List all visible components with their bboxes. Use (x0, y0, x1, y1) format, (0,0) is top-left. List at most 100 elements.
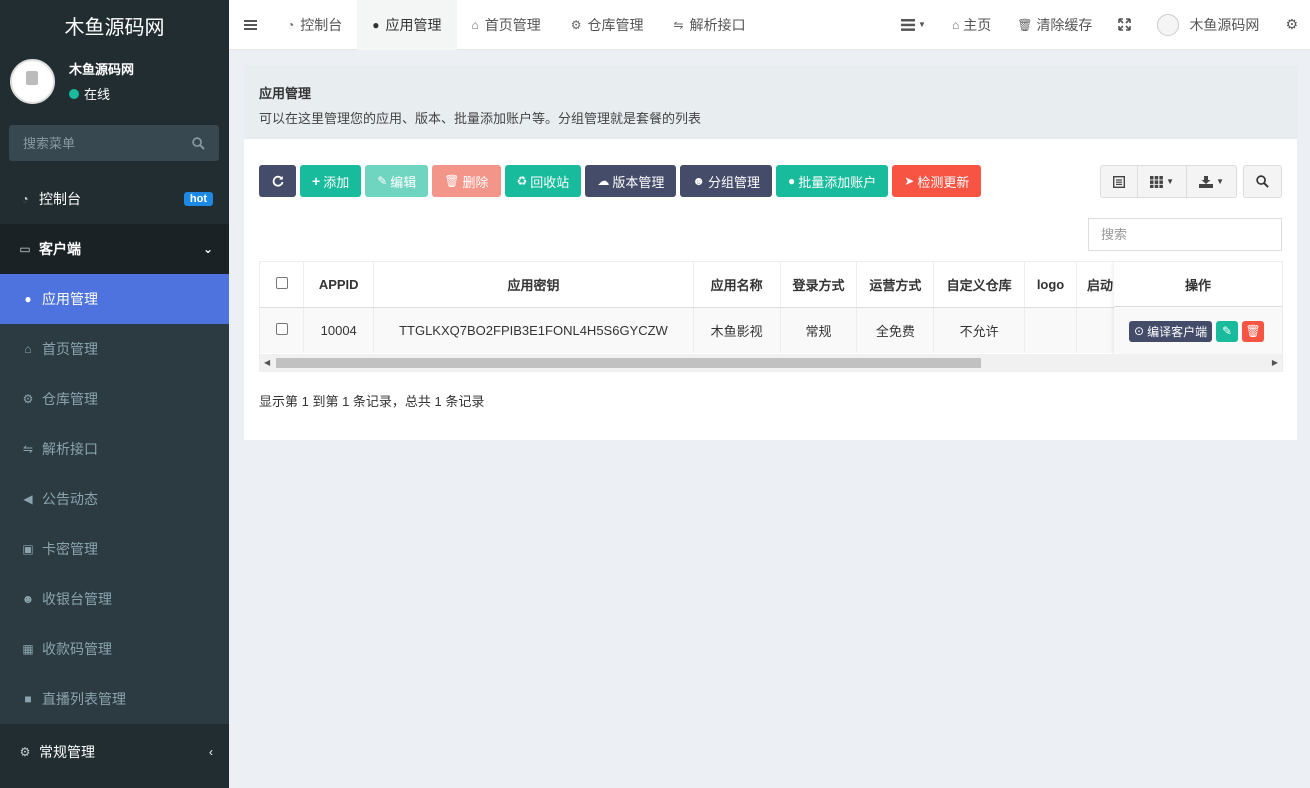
dashboard-icon: ◔ (287, 17, 295, 32)
select-all-checkbox[interactable] (275, 276, 288, 289)
sidebar-item-general[interactable]: ⚙ 常规管理 ‹ (0, 724, 229, 780)
column-header[interactable]: 应用名称 (693, 262, 781, 308)
columns-dropdown-button[interactable]: ▼ (1138, 166, 1188, 197)
sidebar-item-label: 客户端 (39, 241, 81, 257)
scroll-right-icon[interactable]: ▶ (1272, 358, 1278, 367)
sidebar-item-cashier[interactable]: ☻ 收银台管理 (0, 574, 229, 624)
sidebar-toggle-button[interactable] (229, 0, 272, 50)
version-manage-button[interactable]: ☁ 版本管理 (585, 165, 677, 197)
list-icon (901, 18, 916, 31)
fullscreen-button[interactable] (1105, 0, 1144, 50)
sidebar-item-repo-manage[interactable]: ⚙ 仓库管理 (0, 374, 229, 424)
delete-button[interactable]: 🗑 删除 (432, 165, 501, 197)
row-checkbox[interactable] (275, 322, 288, 335)
column-header[interactable]: 应用密钥 (373, 262, 694, 308)
toggle-view-button[interactable] (1101, 166, 1139, 197)
tab-label: 应用管理 (385, 16, 442, 33)
column-header[interactable]: 运营方式 (856, 262, 935, 308)
batch-add-accounts-button[interactable]: ● 批量添加账户 (775, 165, 889, 197)
cloud-upload-icon: ☁ (597, 174, 610, 188)
column-header[interactable]: 自定义仓库 (933, 262, 1026, 308)
tab-label: 解析接口 (689, 16, 746, 33)
home-label: 主页 (963, 16, 992, 33)
column-header[interactable]: logo (1024, 262, 1077, 308)
sidebar-item-announcements[interactable]: ◀ 公告动态 (0, 474, 229, 524)
sidebar-item-payment-code[interactable]: ▦ 收款码管理 (0, 624, 229, 674)
export-dropdown-button[interactable]: ▼ (1187, 166, 1236, 197)
tab-repo-manage[interactable]: ⚙ 仓库管理 (556, 0, 659, 50)
android-icon: ● (24, 292, 32, 306)
pencil-icon: ✎ (377, 174, 388, 188)
horizontal-scrollbar[interactable]: ◀ ▶ (260, 354, 1282, 371)
column-header[interactable]: 登录方式 (780, 262, 858, 308)
compile-client-button[interactable]: ⊙ 编译客户端 (1129, 320, 1213, 342)
sidebar-item-live-list[interactable]: ■ 直播列表管理 (0, 674, 229, 724)
action-toolbar: + 添加 ✎ 编辑 🗑 删除 ♻ 回收站 ☁ 版本管理 ☻ 分组管理 ● 批量添… (259, 165, 985, 197)
sidebar-item-label: 仓库管理 (42, 391, 98, 407)
tabs-dropdown-button[interactable]: ▼ (888, 0, 939, 50)
status-label: 在线 (84, 87, 111, 102)
tab-dashboard[interactable]: ◔ 控制台 (272, 0, 357, 50)
select-all-cell (260, 262, 305, 308)
pencil-icon: ✎ (1222, 324, 1233, 338)
compile-label: 编译客户端 (1147, 324, 1208, 339)
tab-label: 控制台 (300, 16, 343, 33)
clear-cache-button[interactable]: 🗑 清除缓存 (1004, 0, 1105, 50)
refresh-button[interactable] (259, 165, 296, 197)
home-icon: ⌂ (951, 17, 960, 32)
sidebar-item-app-manage[interactable]: ● 应用管理 (0, 274, 229, 324)
search-icon[interactable] (192, 136, 205, 150)
edit-button[interactable]: ✎ 编辑 (365, 165, 429, 197)
recycle-bin-button[interactable]: ♻ 回收站 (504, 165, 582, 197)
home-link[interactable]: ⌂ 主页 (939, 0, 1004, 50)
main-panel: 应用管理 可以在这里管理您的应用、版本、批量添加账户等。分组管理就是套餐的列表 … (244, 65, 1297, 440)
scroll-left-icon[interactable]: ◀ (264, 358, 270, 367)
topbar: ◔ 控制台 ● 应用管理 ⌂ 首页管理 ⚙ 仓库管理 ⇋ 解析接口 ▼ ⌂ 主页 (229, 0, 1310, 50)
cell-app-name: 木鱼影视 (693, 307, 781, 353)
row-edit-button[interactable]: ✎ (1216, 320, 1239, 342)
sidebar-item-client[interactable]: ▭ 客户端 ⌄ (0, 224, 229, 274)
column-header[interactable]: APPID (303, 262, 375, 308)
sidebar-item-label: 常规管理 (39, 744, 95, 760)
fixed-operations-column: 操作 ⊙ 编译客户端 ✎ 🗑 (1114, 262, 1282, 355)
trash-icon: 🗑 (444, 174, 460, 188)
settings-button[interactable]: ⚙ (1272, 0, 1310, 50)
home-icon: ⌂ (471, 17, 479, 32)
cell-logo (1024, 307, 1077, 353)
tab-label: 仓库管理 (587, 16, 644, 33)
online-dot-icon (69, 88, 79, 99)
table-search-input[interactable] (1088, 218, 1282, 251)
advanced-search-button[interactable] (1243, 165, 1282, 198)
user-menu[interactable]: 木鱼源码网 (1144, 0, 1272, 50)
row-delete-button[interactable]: 🗑 (1242, 320, 1265, 342)
delete-label: 删除 (462, 174, 489, 190)
plus-icon: + (312, 173, 321, 189)
sidebar-item-parse-api[interactable]: ⇋ 解析接口 (0, 424, 229, 474)
sidebar-search-input[interactable] (23, 135, 173, 151)
columns-icon (1150, 175, 1164, 188)
ops-cell: ⊙ 编译客户端 ✎ 🗑 (1114, 307, 1282, 355)
group-manage-button[interactable]: ☻ 分组管理 (680, 165, 772, 197)
group-label: 分组管理 (707, 174, 760, 190)
dashboard-icon: ◔ (21, 192, 29, 206)
check-update-button[interactable]: ➤ 检测更新 (892, 165, 982, 197)
user-avatar (1157, 13, 1180, 36)
bullhorn-icon: ◀ (23, 492, 33, 506)
recycle-label: 回收站 (530, 174, 570, 190)
usb-icon: ⇋ (22, 442, 34, 456)
scrollbar-thumb[interactable] (276, 358, 981, 368)
sidebar-item-dashboard[interactable]: ◔ 控制台 hot (0, 174, 229, 224)
data-table: APPID 应用密钥 应用名称 登录方式 运营方式 自定义仓库 logo 启动 … (259, 261, 1283, 372)
add-button[interactable]: + 添加 (300, 165, 362, 197)
cell-custom-repo: 不允许 (933, 307, 1026, 353)
tab-home-manage[interactable]: ⌂ 首页管理 (457, 0, 556, 50)
tab-app-manage[interactable]: ● 应用管理 (357, 0, 457, 50)
caret-down-icon: ▼ (918, 20, 926, 29)
tab-parse-api[interactable]: ⇋ 解析接口 (659, 0, 761, 50)
sidebar-item-card-keys[interactable]: ▣ 卡密管理 (0, 524, 229, 574)
brand-logo[interactable]: 木鱼源码网 (0, 0, 229, 50)
sidebar-item-home-manage[interactable]: ⌂ 首页管理 (0, 324, 229, 374)
export-icon (1199, 175, 1214, 188)
caret-down-icon: ▼ (1166, 177, 1175, 186)
user-icon: ● (787, 174, 796, 188)
